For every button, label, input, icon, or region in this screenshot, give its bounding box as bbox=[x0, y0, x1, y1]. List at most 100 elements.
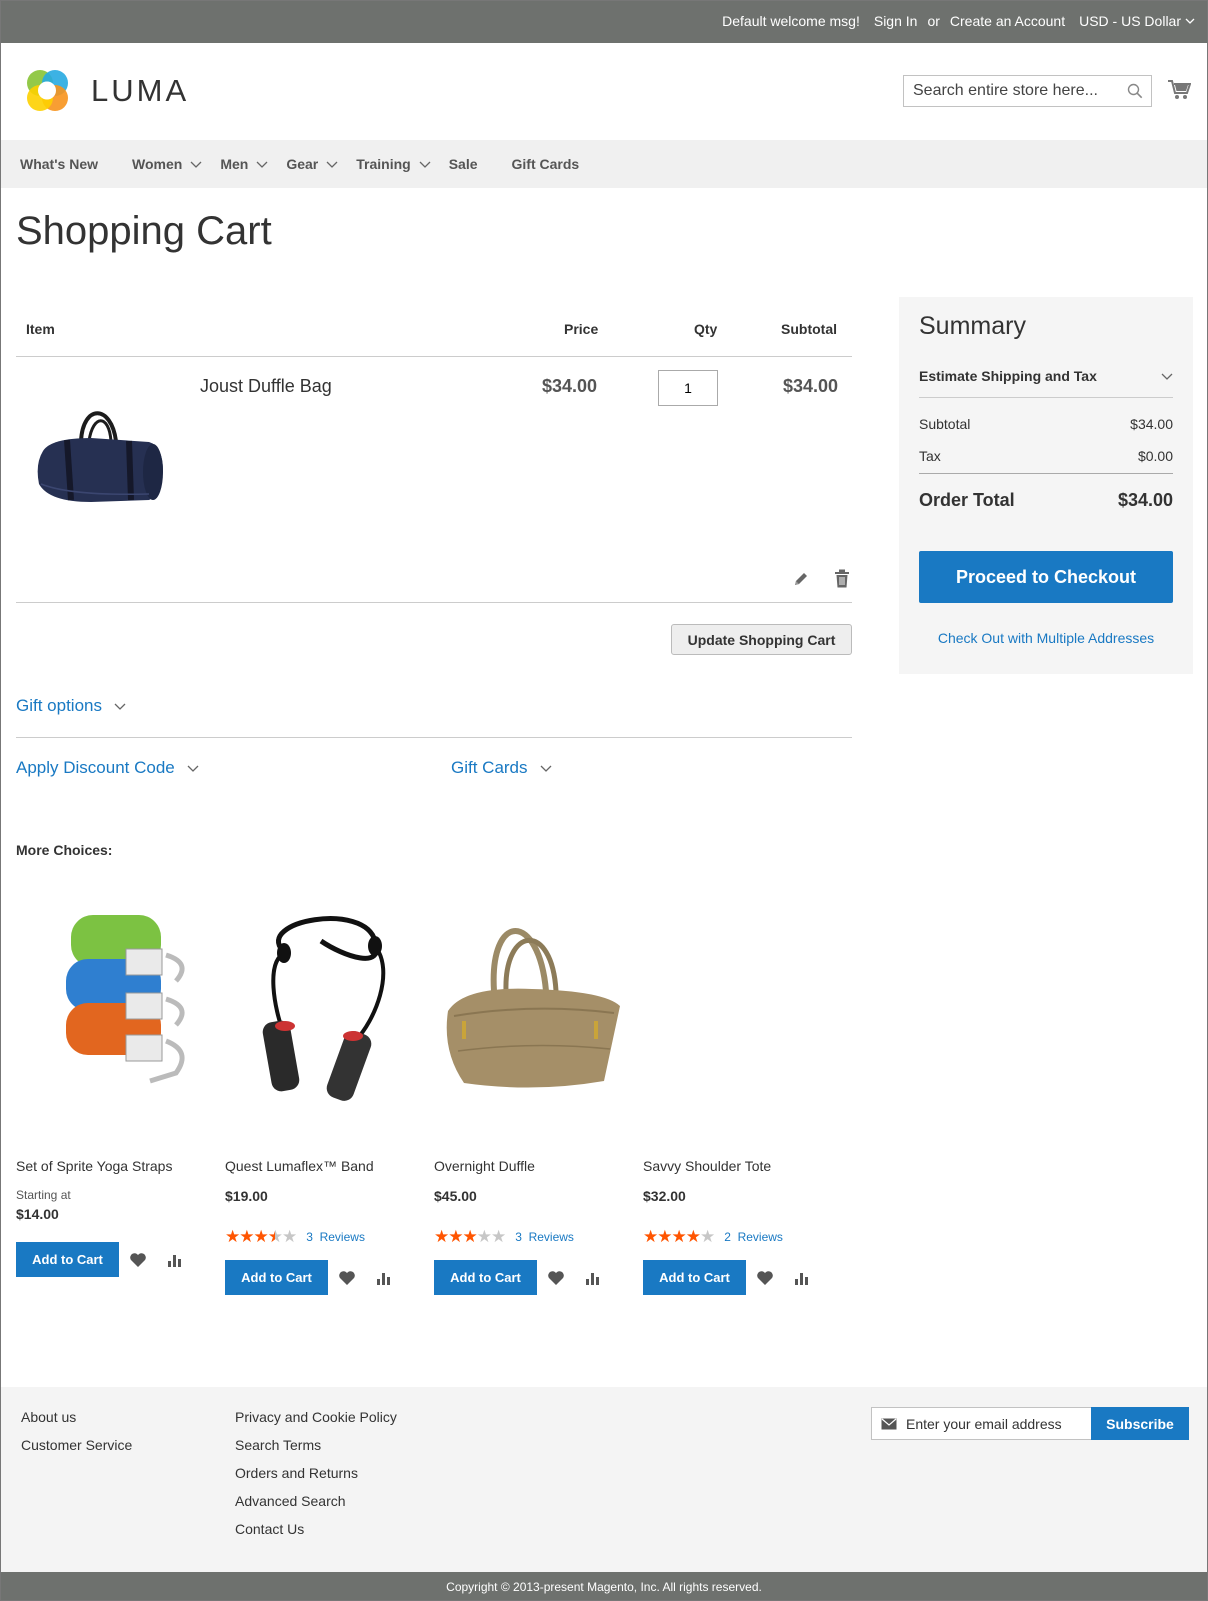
footer-links-col2: Privacy and Cookie Policy Search Terms O… bbox=[235, 1409, 397, 1549]
gift-options-toggle[interactable]: Gift options bbox=[16, 696, 126, 716]
cart-item-subtotal: $34.00 bbox=[783, 376, 839, 396]
rating-stars: ★★★★★ bbox=[225, 1227, 297, 1246]
footer-link-search-terms[interactable]: Search Terms bbox=[235, 1437, 397, 1454]
nav-label: Sale bbox=[448, 156, 478, 172]
product-image[interactable] bbox=[16, 901, 212, 1121]
product-image[interactable] bbox=[225, 901, 421, 1121]
wishlist-heart-icon[interactable] bbox=[756, 1270, 774, 1286]
wishlist-heart-icon[interactable] bbox=[129, 1252, 147, 1268]
envelope-icon bbox=[881, 1418, 897, 1429]
reviews-count: 2 bbox=[724, 1230, 731, 1244]
reviews-link[interactable]: 3 Reviews bbox=[306, 1230, 365, 1244]
page-footer: About us Customer Service Privacy and Co… bbox=[1, 1387, 1207, 1572]
newsletter-email-input[interactable] bbox=[906, 1408, 1091, 1439]
tax-label: Tax bbox=[919, 448, 941, 464]
logo-text: LUMA bbox=[91, 73, 190, 108]
create-account-link[interactable]: Create an Account bbox=[950, 13, 1065, 29]
chevron-down-icon bbox=[1185, 18, 1195, 24]
gift-cards-toggle[interactable]: Gift Cards bbox=[451, 758, 552, 778]
rating-stars: ★★★★★ bbox=[434, 1227, 506, 1246]
footer-links-col1: About us Customer Service bbox=[21, 1409, 132, 1465]
footer-link-about[interactable]: About us bbox=[21, 1409, 132, 1426]
footer-link-advanced-search[interactable]: Advanced Search bbox=[235, 1493, 397, 1510]
currency-switcher[interactable]: USD - US Dollar bbox=[1079, 13, 1195, 29]
product-name[interactable]: Quest Lumaflex™ Band bbox=[225, 1158, 374, 1174]
reviews-link[interactable]: 3 Reviews bbox=[515, 1230, 574, 1244]
wishlist-heart-icon[interactable] bbox=[338, 1270, 356, 1286]
nav-label: Women bbox=[132, 156, 183, 172]
store-logo[interactable]: LUMA bbox=[21, 65, 189, 117]
compare-icon[interactable] bbox=[794, 1271, 810, 1285]
proceed-to-checkout-button[interactable]: Proceed to Checkout bbox=[919, 551, 1173, 603]
chevron-down-icon bbox=[419, 161, 431, 168]
chevron-down-icon bbox=[540, 765, 551, 772]
product-name[interactable]: Savvy Shoulder Tote bbox=[643, 1158, 771, 1174]
add-to-cart-button[interactable]: Add to Cart bbox=[643, 1260, 746, 1295]
col-subtotal: Subtotal bbox=[781, 321, 837, 337]
chevron-down-icon bbox=[190, 161, 202, 168]
estimate-shipping-toggle[interactable]: Estimate Shipping and Tax bbox=[919, 368, 1173, 384]
nav-label: What's New bbox=[20, 156, 99, 172]
main-navigation: What's New Women Men Gear Training Sale … bbox=[1, 140, 1207, 188]
edit-pencil-icon[interactable] bbox=[792, 570, 810, 588]
product-price: $19.00 bbox=[225, 1188, 268, 1204]
nav-item-gear[interactable]: Gear bbox=[286, 156, 338, 172]
cart-item-name[interactable]: Joust Duffle Bag bbox=[200, 376, 332, 397]
page-title: Shopping Cart bbox=[16, 209, 272, 253]
col-price: Price bbox=[564, 321, 599, 337]
nav-item-whats-new[interactable]: What's New bbox=[20, 156, 98, 172]
chevron-down-icon bbox=[1161, 373, 1173, 380]
more-choices-title: More Choices: bbox=[16, 842, 113, 858]
discount-code-toggle[interactable]: Apply Discount Code bbox=[16, 758, 199, 778]
nav-label: Gear bbox=[286, 156, 319, 172]
product-image[interactable] bbox=[434, 901, 630, 1121]
subtotal-value: $34.00 bbox=[1130, 416, 1173, 432]
subtotal-label: Subtotal bbox=[919, 416, 971, 432]
compare-icon[interactable] bbox=[376, 1271, 392, 1285]
product-card: Set of Sprite Yoga Straps Starting at $1… bbox=[16, 901, 212, 1277]
wishlist-heart-icon[interactable] bbox=[547, 1270, 565, 1286]
cart-item-qty-input[interactable] bbox=[658, 370, 718, 406]
compare-icon[interactable] bbox=[585, 1271, 601, 1285]
nav-item-women[interactable]: Women bbox=[132, 156, 202, 172]
multi-address-checkout-link[interactable]: Check Out with Multiple Addresses bbox=[899, 630, 1193, 646]
nav-label: Gift Cards bbox=[511, 156, 580, 172]
nav-item-training[interactable]: Training bbox=[356, 156, 431, 172]
or-text: or bbox=[927, 13, 940, 29]
compare-icon[interactable] bbox=[167, 1253, 183, 1267]
search-input[interactable] bbox=[904, 76, 1114, 106]
update-cart-button[interactable]: Update Shopping Cart bbox=[671, 624, 852, 655]
sign-in-link[interactable]: Sign In bbox=[874, 13, 918, 29]
cart-item-image[interactable] bbox=[31, 396, 171, 516]
tax-value: $0.00 bbox=[1137, 448, 1173, 464]
product-name[interactable]: Overnight Duffle bbox=[434, 1158, 535, 1174]
product-price: $14.00 bbox=[16, 1206, 59, 1222]
subscribe-button[interactable]: Subscribe bbox=[1091, 1407, 1189, 1440]
summary-total-row: Order Total $34.00 bbox=[919, 490, 1173, 511]
footer-link-customer-service[interactable]: Customer Service bbox=[21, 1437, 132, 1454]
trash-icon[interactable] bbox=[834, 569, 850, 588]
divider bbox=[16, 737, 852, 738]
product-name[interactable]: Set of Sprite Yoga Straps bbox=[16, 1158, 172, 1174]
starting-at-label: Starting at bbox=[16, 1188, 71, 1202]
nav-item-sale[interactable]: Sale bbox=[449, 156, 478, 172]
add-to-cart-button[interactable]: Add to Cart bbox=[225, 1260, 328, 1295]
copyright-bar: Copyright © 2013-present Magento, Inc. A… bbox=[1, 1572, 1207, 1600]
product-rating: ★★★★★ 2 Reviews bbox=[643, 1227, 783, 1247]
minicart-icon[interactable] bbox=[1167, 79, 1191, 101]
nav-item-men[interactable]: Men bbox=[220, 156, 268, 172]
col-qty: Qty bbox=[694, 321, 718, 337]
footer-link-privacy[interactable]: Privacy and Cookie Policy bbox=[235, 1409, 397, 1426]
nav-item-gift-cards[interactable]: Gift Cards bbox=[512, 156, 580, 172]
product-image-placeholder[interactable] bbox=[643, 901, 839, 1121]
add-to-cart-button[interactable]: Add to Cart bbox=[434, 1260, 537, 1295]
summary-tax-row: Tax $0.00 bbox=[919, 448, 1173, 464]
chevron-down-icon bbox=[114, 703, 126, 710]
product-rating: ★★★★★ 3 Reviews bbox=[225, 1227, 365, 1247]
footer-link-orders-returns[interactable]: Orders and Returns bbox=[235, 1465, 397, 1482]
footer-link-contact[interactable]: Contact Us bbox=[235, 1521, 397, 1538]
search-icon[interactable] bbox=[1127, 83, 1143, 99]
reviews-label: Reviews bbox=[528, 1230, 574, 1244]
add-to-cart-button[interactable]: Add to Cart bbox=[16, 1242, 119, 1277]
reviews-link[interactable]: 2 Reviews bbox=[724, 1230, 783, 1244]
